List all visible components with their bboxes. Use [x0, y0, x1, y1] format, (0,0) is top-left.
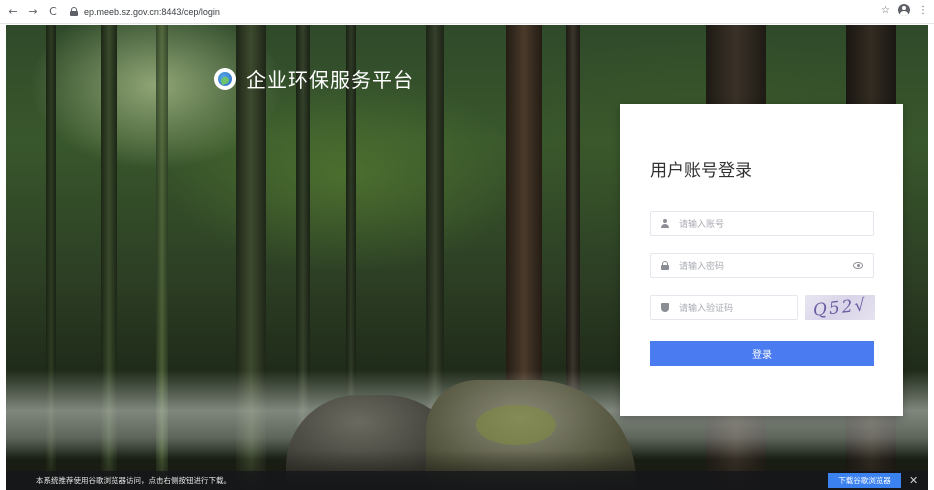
- forward-icon[interactable]: →: [26, 5, 40, 19]
- browser-toolbar: ← → C ep.meeb.sz.gov.cn:8443/cep/login ☆…: [0, 0, 934, 24]
- profile-icon[interactable]: [898, 4, 910, 16]
- login-card: 用户账号登录 请输入账号 请输入密码 请输入验证码 Q52√ 登录: [620, 104, 903, 416]
- captcha-placeholder: 请输入验证码: [679, 304, 734, 314]
- back-icon[interactable]: ←: [6, 5, 20, 19]
- browser-notice-bar: 本系统推荐使用谷歌浏览器访问，点击右侧按钮进行下载。 下载谷歌浏览器 ✕: [6, 471, 928, 490]
- account-placeholder: 请输入账号: [679, 220, 725, 230]
- eye-icon[interactable]: [853, 262, 863, 269]
- lock-icon: [70, 7, 78, 16]
- address-bar[interactable]: ep.meeb.sz.gov.cn:8443/cep/login: [70, 4, 220, 20]
- platform-title: 企业环保服务平台: [246, 68, 414, 92]
- account-input[interactable]: 请输入账号: [650, 211, 874, 236]
- password-input[interactable]: 请输入密码: [650, 253, 874, 278]
- captcha-input[interactable]: 请输入验证码: [650, 295, 798, 320]
- login-button[interactable]: 登录: [650, 341, 874, 366]
- star-icon[interactable]: ☆: [881, 5, 890, 16]
- reload-icon[interactable]: C: [46, 5, 60, 19]
- menu-icon[interactable]: ⋮: [918, 5, 928, 16]
- globe-leaf-logo-icon: [214, 67, 236, 90]
- moss-patch: [476, 405, 556, 445]
- download-chrome-button[interactable]: 下载谷歌浏览器: [828, 473, 901, 488]
- shield-icon: [661, 303, 669, 312]
- notice-text: 本系统推荐使用谷歌浏览器访问，点击右侧按钮进行下载。: [36, 476, 231, 485]
- captcha-image[interactable]: Q52√: [805, 295, 875, 320]
- lock-icon: [661, 261, 669, 270]
- login-title: 用户账号登录: [650, 161, 752, 181]
- captcha-text: Q52√: [811, 295, 869, 320]
- password-placeholder: 请输入密码: [679, 262, 725, 272]
- brand-header: 企业环保服务平台: [214, 64, 414, 93]
- close-icon[interactable]: ✕: [909, 473, 918, 488]
- url-text: ep.meeb.sz.gov.cn:8443/cep/login: [84, 6, 220, 17]
- user-icon: [661, 219, 669, 228]
